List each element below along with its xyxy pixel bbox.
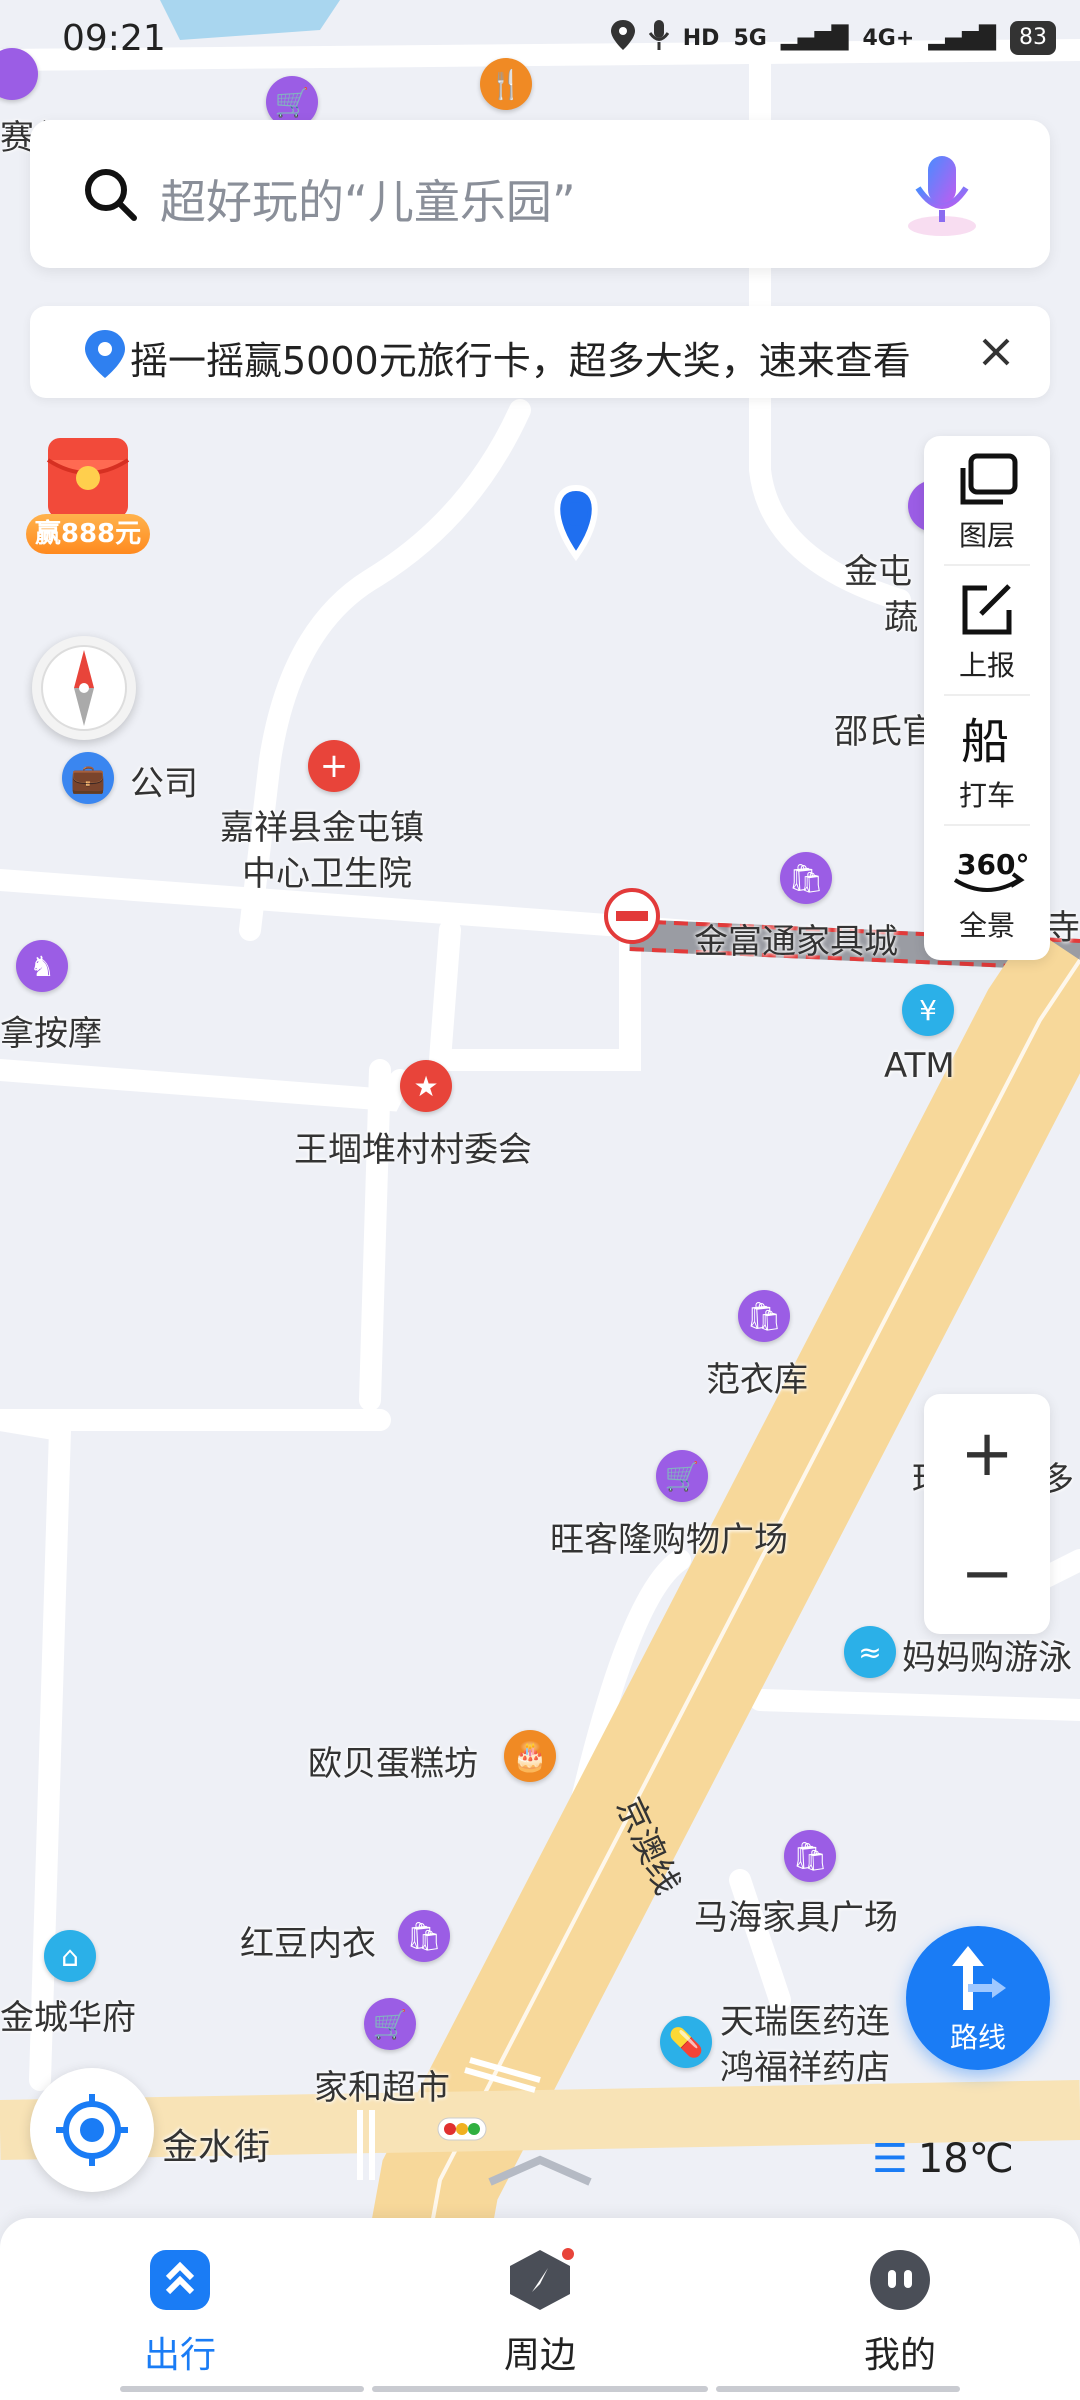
- poi-cake[interactable]: 欧贝蛋糕坊: [308, 1736, 478, 1785]
- red-envelope-promo[interactable]: 赢888元: [20, 430, 156, 556]
- crosshair-icon: [56, 2094, 128, 2166]
- gesture-handle: [120, 2386, 364, 2392]
- nav-nearby-label: 周边: [503, 2335, 576, 2376]
- zoom-out-button[interactable]: −: [924, 1514, 1050, 1634]
- building-icon[interactable]: ⌂: [44, 1930, 96, 1982]
- report-label: 上报: [958, 649, 1015, 682]
- network-5g: 5G: [733, 25, 767, 51]
- poi-hospital-line1[interactable]: 嘉祥县金屯镇: [220, 800, 424, 849]
- gesture-handle: [372, 2386, 708, 2392]
- battery-indicator: 83: [1010, 21, 1056, 55]
- poi-tianrui-1[interactable]: 天瑞医药连: [720, 1994, 890, 2043]
- poi-furniture-city[interactable]: 金富通家具城: [694, 914, 898, 963]
- shopping-cart-icon[interactable]: 🛒: [656, 1450, 708, 1502]
- close-icon[interactable]: [972, 328, 1020, 376]
- promo-banner-text: 摇一摇赢5000元旅行卡，超多大奖，速来查看: [130, 339, 911, 383]
- zoom-in-button[interactable]: +: [924, 1394, 1050, 1514]
- compass-icon: [41, 645, 127, 731]
- travel-icon: [150, 2250, 210, 2310]
- shopping-bag-icon[interactable]: 🛍: [784, 1830, 836, 1882]
- poi-tianrui-2[interactable]: 鸿福祥药店: [720, 2040, 890, 2089]
- shopping-bag-icon[interactable]: 🛍: [398, 1910, 450, 1962]
- hd-label: HD: [682, 25, 720, 51]
- nav-travel[interactable]: 出行: [80, 2248, 280, 2378]
- red-envelope-label: 赢888元: [26, 514, 150, 554]
- poi-hospital-line2[interactable]: 中心卫生院: [242, 846, 412, 895]
- gesture-handle: [716, 2386, 960, 2392]
- panorama-label: 全景: [958, 909, 1015, 942]
- shopping-bag-icon[interactable]: 🛍: [738, 1290, 790, 1342]
- map-tools-panel: 图层 上报 船 打车 360° 全景: [924, 436, 1050, 960]
- poi-company[interactable]: 公司: [130, 756, 198, 805]
- compass-button[interactable]: [32, 636, 136, 740]
- route-arrow-icon: [952, 1946, 1006, 2010]
- report-button[interactable]: 上报: [924, 566, 1050, 696]
- signal-icon: ▂▄▆█: [780, 25, 849, 51]
- poi-massage[interactable]: 拿按摩: [0, 1006, 102, 1055]
- nav-nearby[interactable]: 周边: [440, 2248, 640, 2378]
- taxi-button[interactable]: 船 打车: [924, 696, 1050, 826]
- search-icon: [85, 169, 137, 221]
- poi-hongdou[interactable]: 红豆内衣: [240, 1916, 376, 1965]
- layers-button[interactable]: 图层: [924, 436, 1050, 566]
- poi-jintun-2[interactable]: 蔬: [884, 590, 918, 639]
- route-label: 路线: [949, 2021, 1006, 2054]
- pharmacy-icon[interactable]: 💊: [660, 2016, 712, 2068]
- bottom-nav: 出行 周边 我的: [0, 2218, 1080, 2400]
- locate-me-button[interactable]: [30, 2068, 154, 2192]
- street-label-jinshui: 金水街: [162, 2127, 271, 2168]
- nav-mine-label: 我的: [863, 2335, 936, 2376]
- promo-banner[interactable]: 摇一摇赢5000元旅行卡，超多大奖，速来查看: [30, 306, 1050, 398]
- poi-jincheng[interactable]: 金城华府: [0, 1990, 136, 2039]
- poi-fan-yi-ku[interactable]: 范衣库: [706, 1352, 808, 1401]
- massage-icon[interactable]: ♞: [16, 940, 68, 992]
- panorama-360-icon: 360°: [953, 848, 1027, 892]
- nav-mine[interactable]: 我的: [800, 2248, 1000, 2378]
- temperature: 18℃: [917, 2136, 1014, 2182]
- swimming-icon[interactable]: ≈: [844, 1626, 896, 1678]
- shopping-bag-icon[interactable]: 🛍: [780, 852, 832, 904]
- status-bar: 09:21 HD 5G ▂▄▆█ 4G+ ▂▄▆█ 83: [0, 0, 1080, 84]
- cake-icon[interactable]: 🎂: [504, 1730, 556, 1782]
- voice-mic-icon[interactable]: [894, 146, 990, 242]
- poi-shao[interactable]: 邵氏官: [834, 704, 936, 753]
- location-icon: [610, 20, 635, 56]
- layers-icon: [960, 453, 1018, 505]
- mic-status-icon: [648, 20, 669, 56]
- poi-jintun-1[interactable]: 金屯: [844, 544, 912, 593]
- taxi-icon: 船: [961, 714, 1009, 768]
- profile-icon: [870, 2250, 930, 2310]
- map-pin-icon: [85, 330, 125, 378]
- poi-swim[interactable]: 妈妈购游泳: [902, 1630, 1072, 1679]
- svg-text:船: 船: [961, 714, 1009, 768]
- status-icons: HD 5G ▂▄▆█ 4G+ ▂▄▆█ 83: [610, 20, 1056, 56]
- star-icon[interactable]: ★: [400, 1060, 452, 1112]
- panorama-button[interactable]: 360° 全景: [924, 826, 1050, 956]
- signal-icon: ▂▄▆█: [928, 25, 996, 51]
- poi-mahai[interactable]: 马海家具广场: [694, 1890, 898, 1939]
- search-placeholder[interactable]: 超好玩的“儿童乐园”: [160, 166, 576, 232]
- taxi-label: 打车: [958, 779, 1015, 812]
- nav-travel-label: 出行: [143, 2335, 216, 2376]
- poi-village[interactable]: 王堌堆村村委会: [294, 1122, 532, 1171]
- briefcase-icon[interactable]: 💼: [62, 752, 114, 804]
- poi-jiahe[interactable]: 家和超市: [314, 2060, 450, 2109]
- poi-si[interactable]: 寺: [1046, 900, 1080, 949]
- network-4g: 4G+: [862, 25, 915, 51]
- layers-label: 图层: [958, 519, 1015, 552]
- compass-nearby-icon: [510, 2248, 574, 2310]
- status-time: 09:21: [62, 18, 166, 59]
- weather-widget[interactable]: ☰ 18℃: [872, 2136, 1014, 2182]
- poi-wangkelong[interactable]: 旺客隆购物广场: [550, 1512, 788, 1561]
- shopping-cart-icon[interactable]: 🛒: [364, 1998, 416, 2050]
- edit-icon: [962, 584, 1012, 635]
- menu-list-icon: ☰: [872, 2136, 908, 2182]
- route-button[interactable]: 路线: [906, 1926, 1050, 2070]
- search-bar[interactable]: 超好玩的“儿童乐园”: [30, 120, 1050, 268]
- hospital-icon[interactable]: +: [308, 740, 360, 792]
- poi-atm[interactable]: ATM: [884, 1046, 955, 1086]
- atm-icon[interactable]: ¥: [902, 984, 954, 1036]
- zoom-control: + −: [924, 1394, 1050, 1634]
